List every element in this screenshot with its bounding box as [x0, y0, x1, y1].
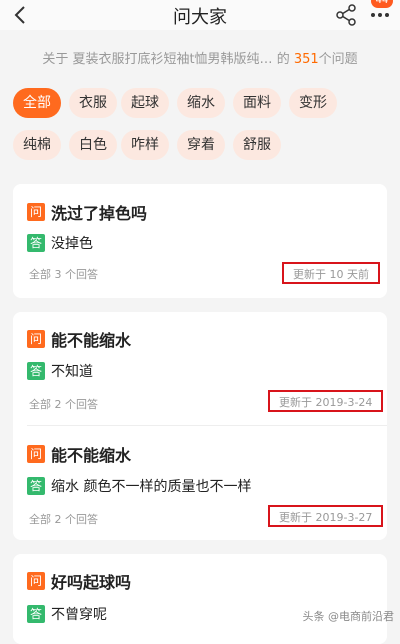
answer-count: 全部 2 个回答 — [29, 513, 98, 526]
answer-icon: 答 — [27, 477, 45, 495]
question-icon: 问 — [27, 203, 45, 221]
question-count: 351 — [293, 52, 319, 67]
answer-icon: 答 — [27, 605, 45, 623]
tag-how[interactable]: 咋样 — [121, 130, 169, 160]
question-icon: 问 — [27, 330, 45, 348]
tag-cotton[interactable]: 纯棉 — [13, 130, 61, 160]
answer-text: 不曾穿呢 — [51, 607, 107, 623]
question-row: 问 好吗起球吗 — [27, 570, 131, 592]
tag-pilling[interactable]: 起球 — [121, 88, 169, 118]
answer-count: 全部 3 个回答 — [29, 268, 98, 281]
question-summary: 关于 夏装衣服打底衫短袖t恤男韩版纯… 的 351个问题 — [0, 48, 400, 67]
question-row: 问 洗过了掉色吗 — [27, 201, 147, 223]
tag-clothes[interactable]: 衣服 — [69, 88, 117, 118]
question-row: 问 能不能缩水 — [27, 443, 131, 465]
question-icon: 问 — [27, 445, 45, 463]
update-time: 更新于 2019-3-27 — [268, 505, 384, 527]
answer-count: 全部 2 个回答 — [29, 398, 98, 411]
tag-shrink[interactable]: 缩水 — [177, 88, 225, 118]
tag-fabric[interactable]: 面料 — [233, 88, 281, 118]
tag-deform[interactable]: 变形 — [289, 88, 337, 118]
share-icon[interactable] — [334, 3, 358, 27]
answer-row: 答 缩水 颜色不一样的质量也不一样 — [27, 476, 251, 496]
answer-text: 没掉色 — [51, 236, 93, 252]
summary-prefix: 关于 夏装衣服打底衫短袖t恤男韩版纯… 的 — [42, 52, 294, 67]
tag-all[interactable]: 全部 — [13, 88, 61, 118]
answer-text: 不知道 — [51, 364, 93, 380]
question-card-group: 问 能不能缩水 答 不知道 全部 2 个回答 更新于 2019-3-24 问 能… — [13, 312, 387, 540]
answer-row: 答 没掉色 — [27, 233, 93, 253]
question-icon: 问 — [27, 572, 45, 590]
tag-white[interactable]: 白色 — [69, 130, 117, 160]
summary-suffix: 个问题 — [318, 52, 358, 67]
question-text: 洗过了掉色吗 — [51, 204, 148, 223]
header-bar: 问大家 44 — [0, 0, 400, 30]
tag-comfortable[interactable]: 舒服 — [233, 130, 281, 160]
tag-wear[interactable]: 穿着 — [177, 130, 225, 160]
question-text: 能不能缩水 — [51, 446, 132, 465]
answer-icon: 答 — [27, 362, 45, 380]
question-card[interactable]: 问 洗过了掉色吗 答 没掉色 全部 3 个回答 更新于 10 天前 — [13, 184, 387, 298]
question-text: 好吗起球吗 — [51, 573, 132, 592]
update-time: 更新于 2019-3-24 — [268, 390, 384, 412]
answer-icon: 答 — [27, 234, 45, 252]
notification-badge: 44 — [371, 0, 393, 8]
answer-row: 答 不知道 — [27, 361, 93, 381]
answer-text: 缩水 颜色不一样的质量也不一样 — [51, 479, 252, 495]
answer-row: 答 不曾穿呢 — [27, 604, 107, 624]
update-time: 更新于 10 天前 — [282, 262, 380, 284]
question-text: 能不能缩水 — [51, 331, 132, 350]
question-row: 问 能不能缩水 — [27, 328, 131, 350]
divider — [27, 425, 387, 426]
more-icon[interactable] — [368, 7, 392, 23]
question-card[interactable]: 问 好吗起球吗 答 不曾穿呢 — [13, 554, 387, 644]
watermark: 头条 @电商前沿君 — [302, 610, 395, 623]
